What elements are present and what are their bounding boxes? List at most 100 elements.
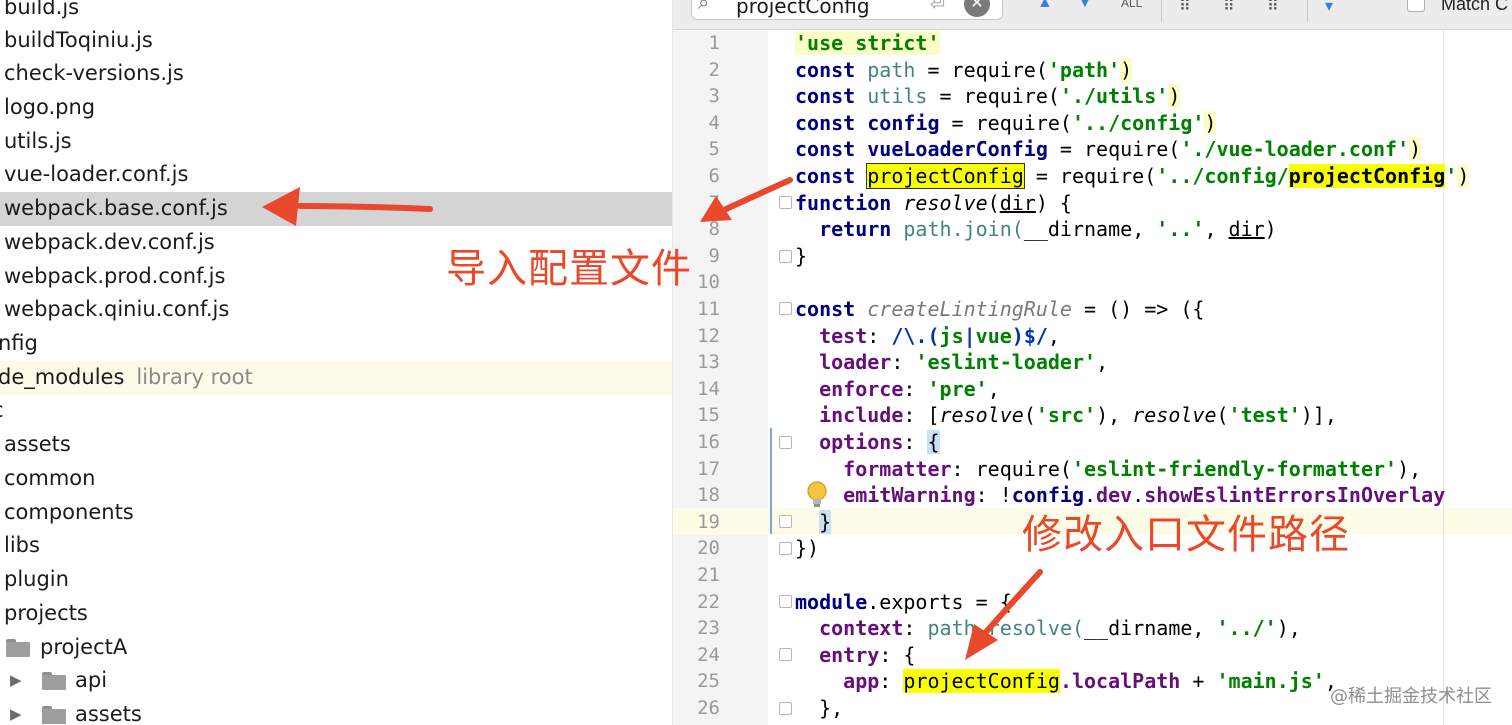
remove-occurrence-icon[interactable]: ⠿ (1223, 0, 1235, 16)
expand-arrow-icon[interactable]: ▶ (10, 664, 22, 698)
select-all-occurrences-icon[interactable]: ALL (1121, 0, 1142, 10)
code-line-12[interactable]: test: /\.(js|vue)$/, (795, 323, 1060, 350)
tree-item-webpack-qiniu-conf-js[interactable]: webpack.qiniu.conf.js (0, 293, 672, 327)
tree-item-buildtoqiniu-js[interactable]: buildToqiniu.js (0, 24, 672, 58)
code-line-22[interactable]: module.exports = { (795, 589, 1012, 616)
line-number: 11 (697, 298, 720, 320)
line-number: 18 (697, 484, 720, 507)
find-query: projectConfig (736, 0, 870, 18)
tree-item-components[interactable]: components (0, 496, 672, 530)
tree-item-webpack-base-conf-js[interactable]: webpack.base.conf.js (0, 192, 672, 226)
line-number: 2 (708, 58, 720, 81)
tree-item-vue-loader-conf-js[interactable]: vue-loader.conf.js (0, 158, 672, 192)
fold-marker-icon[interactable] (779, 250, 792, 263)
folder-icon (6, 639, 30, 657)
toggle-occurrences-icon[interactable]: ⠿ (1267, 0, 1279, 16)
tree-item-projecta[interactable]: projectA (0, 631, 672, 665)
code-line-24[interactable]: entry: { (795, 642, 915, 669)
line-number: 12 (697, 324, 720, 347)
fold-marker-icon[interactable] (779, 702, 792, 715)
tree-item-assets[interactable]: assets (0, 428, 672, 462)
line-number: 15 (697, 404, 720, 427)
expand-arrow-icon[interactable]: ▶ (10, 698, 22, 725)
tree-item-api[interactable]: ▶ api (0, 664, 672, 698)
tree-item-common[interactable]: common (0, 462, 672, 496)
clear-icon[interactable]: ✕ (964, 0, 990, 17)
annotation-import-config: 导入配置文件 (446, 246, 692, 292)
line-number: 4 (708, 111, 720, 134)
line-number: 13 (697, 351, 720, 374)
code-line-20[interactable]: }) (795, 535, 819, 562)
search-match-highlight: projectConfig (866, 163, 1025, 189)
toolbar-separator (1307, 0, 1308, 22)
code-line-15[interactable]: include: [resolve('src'), resolve('test'… (795, 402, 1337, 429)
tree-item-utils-js[interactable]: utils.js (0, 125, 672, 159)
line-number: 22 (697, 590, 720, 613)
line-number: 1 (708, 32, 720, 54)
line-number: 17 (697, 457, 720, 480)
tree-item-config[interactable]: nfig (0, 327, 672, 361)
line-number: 16 (697, 431, 720, 453)
line-number: 21 (697, 564, 720, 586)
line-number: 20 (697, 537, 720, 560)
code-line-1[interactable]: 'use strict' (795, 30, 940, 57)
code-line-8[interactable]: return path.join(__dirname, '..', dir) (795, 216, 1277, 243)
code-line-9[interactable]: } (795, 243, 807, 270)
lightbulb-icon[interactable] (804, 480, 830, 510)
tree-item-node-modules[interactable]: de_modules library root (0, 361, 672, 395)
prev-occurrence-icon[interactable]: ▲ (1037, 0, 1053, 12)
library-root-hint: library root (136, 365, 253, 389)
code-line-13[interactable]: loader: 'eslint-loader', (795, 349, 1108, 376)
line-number: 23 (697, 617, 720, 640)
code-line-5[interactable]: const vueLoaderConfig = require('./vue-l… (795, 136, 1422, 163)
right-margin-guide (1443, 30, 1444, 725)
tree-item-src[interactable]: c (0, 394, 672, 428)
code-line-14[interactable]: enforce: 'pre', (795, 376, 1000, 403)
filter-icon[interactable]: ▾ (1325, 0, 1333, 16)
line-number: 24 (697, 643, 720, 666)
tree-item-libs[interactable]: libs (0, 529, 672, 563)
code-line-23[interactable]: context: path.resolve(__dirname, '../'), (795, 615, 1301, 642)
code-line-25[interactable]: app: projectConfig.localPath + 'main.js'… (795, 668, 1337, 695)
line-number: 25 (697, 670, 720, 693)
code-line-4[interactable]: const config = require('../config') (795, 110, 1217, 137)
project-tree: build.js buildToqiniu.js check-versions.… (0, 0, 672, 725)
fold-marker-icon[interactable] (779, 196, 792, 209)
code-line-11[interactable]: const createLintingRule = () => ({ (795, 296, 1204, 323)
add-occurrence-icon[interactable]: ⠿ (1179, 0, 1191, 16)
code-line-26[interactable]: }, (795, 695, 843, 722)
watermark: @稀土掘金技术社区 (1330, 686, 1492, 707)
line-number: 3 (708, 85, 720, 108)
line-number: 14 (697, 377, 720, 400)
tree-item-assets-sub[interactable]: ▶ assets (0, 698, 672, 725)
code-line-3[interactable]: const utils = require('./utils') (795, 83, 1181, 110)
next-occurrence-icon[interactable]: ▼ (1077, 0, 1093, 12)
search-icon[interactable]: ⌕ (698, 0, 709, 15)
folder-icon (42, 706, 66, 724)
code-line-19[interactable]: } (795, 509, 832, 536)
code-line-17[interactable]: formatter: require('eslint-friendly-form… (795, 456, 1421, 483)
fold-marker-icon[interactable] (779, 302, 792, 315)
match-case-label: Match C (1441, 0, 1509, 14)
code-line-2[interactable]: const path = require('path') (795, 57, 1133, 84)
match-case-checkbox[interactable] (1407, 0, 1425, 12)
fold-marker-icon[interactable] (779, 436, 792, 449)
find-input[interactable]: ⌕ projectConfig ⏎ ✕ (691, 0, 1003, 20)
code-line-16[interactable]: options: { (795, 429, 940, 456)
tree-item-logo-png[interactable]: logo.png (0, 91, 672, 125)
enter-icon: ⏎ (930, 0, 946, 14)
folder-icon (42, 672, 66, 690)
tree-item-build-js[interactable]: build.js (0, 0, 672, 25)
code-line-7[interactable]: function resolve(dir) { (795, 190, 1072, 217)
tree-item-plugin[interactable]: plugin (0, 563, 672, 597)
toolbar-separator (1161, 0, 1162, 22)
code-line-6[interactable]: const projectConfig = require('../config… (795, 163, 1470, 190)
fold-marker-icon[interactable] (779, 515, 792, 528)
tree-item-check-versions-js[interactable]: check-versions.js (0, 57, 672, 91)
fold-marker-icon[interactable] (779, 542, 792, 555)
tree-item-projects[interactable]: projects (0, 597, 672, 631)
fold-marker-icon[interactable] (779, 595, 792, 608)
annotation-modify-entry: 修改入口文件路径 (1022, 512, 1350, 558)
fold-marker-icon[interactable] (779, 648, 792, 661)
search-match-highlight: projectConfig (903, 669, 1060, 694)
